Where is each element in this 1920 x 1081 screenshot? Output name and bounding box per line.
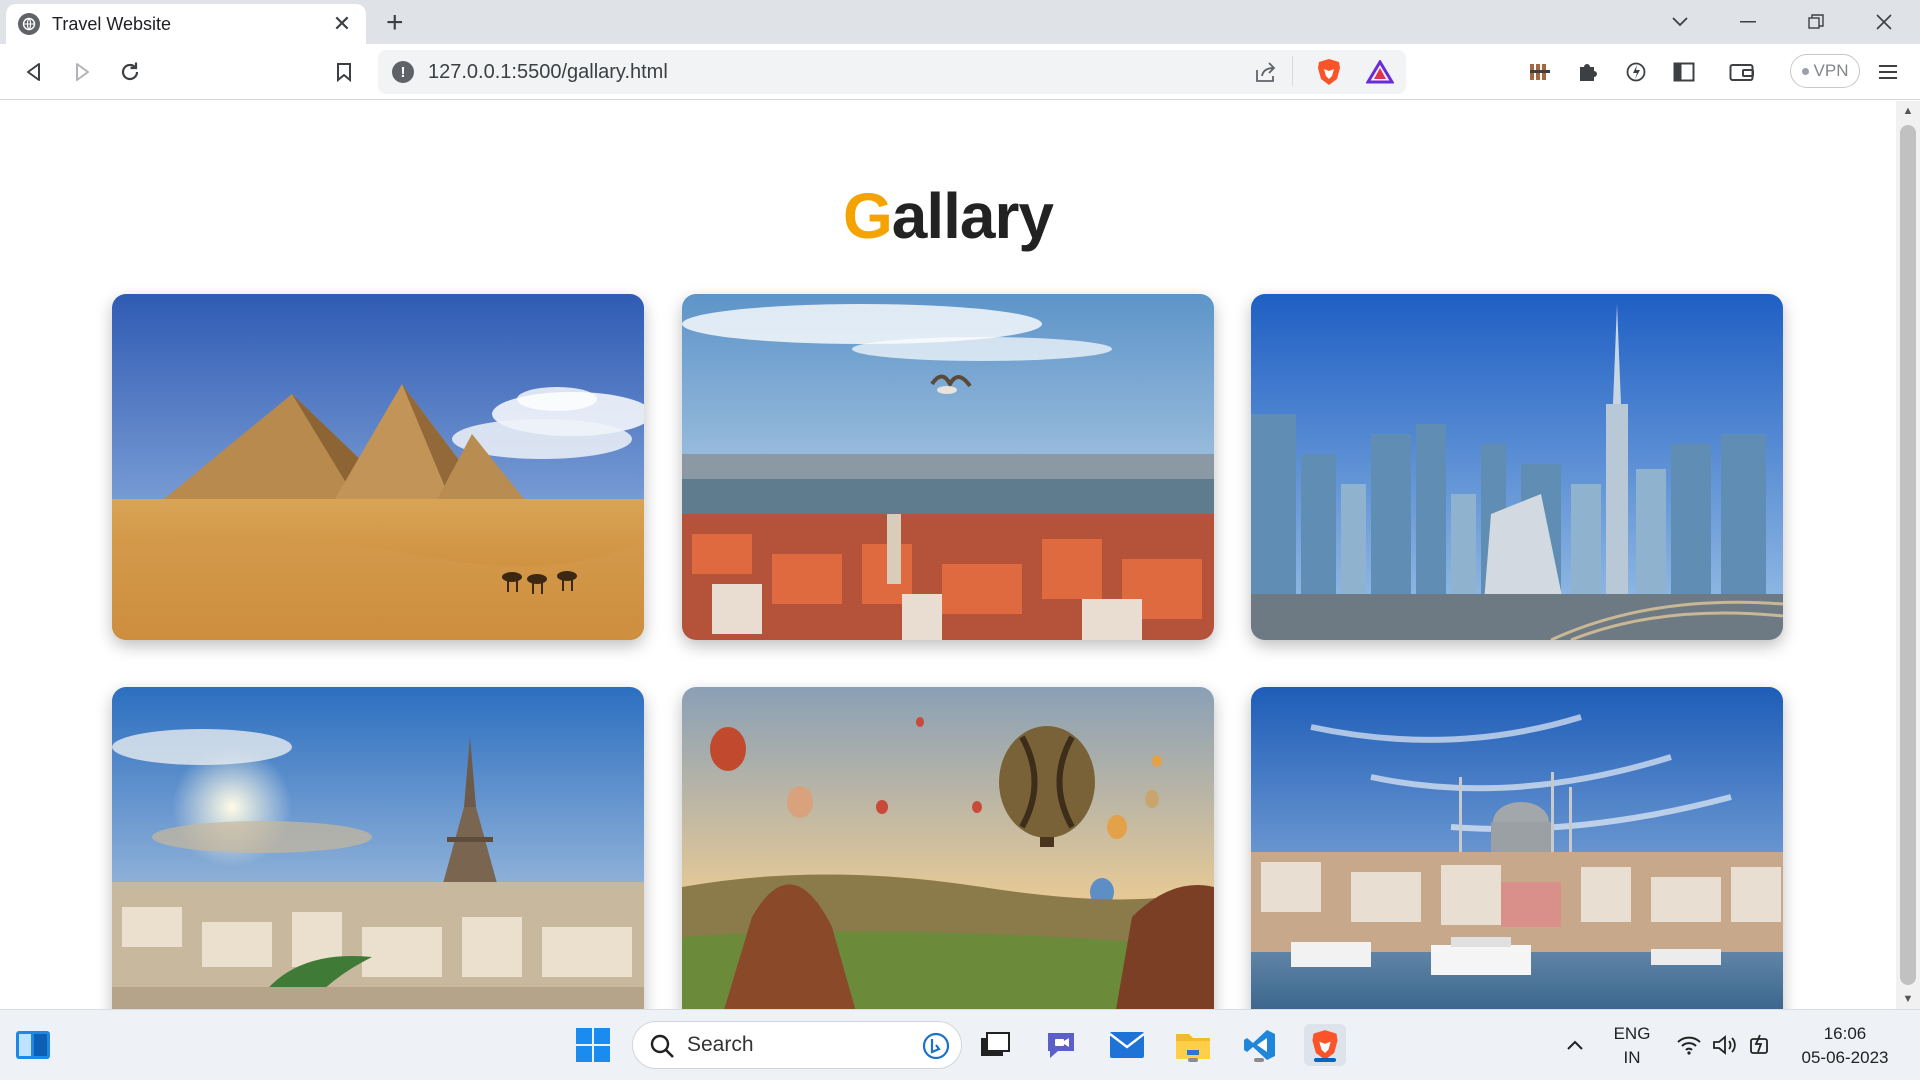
close-window-button[interactable] xyxy=(1856,0,1912,44)
scroll-up-arrow-icon[interactable]: ▲ xyxy=(1896,105,1920,117)
clock[interactable]: 16:06 05-06-2023 xyxy=(1786,1010,1904,1081)
vscode-icon[interactable] xyxy=(1238,1024,1280,1066)
taskbar-search-box[interactable]: Search xyxy=(632,1021,962,1069)
vpn-button[interactable]: VPN xyxy=(1790,54,1860,88)
clock-time: 16:06 xyxy=(1823,1023,1867,1043)
bookmark-icon[interactable] xyxy=(328,56,360,88)
gallery-image-skyline[interactable] xyxy=(1251,294,1783,640)
gallery-image-city-seagull[interactable] xyxy=(682,294,1214,640)
widgets-icon[interactable] xyxy=(12,1024,54,1066)
url-text[interactable]: 127.0.0.1:5500/gallary.html xyxy=(428,61,668,84)
windows-taskbar: Search ENG IN 16:06 05-06-2023 xyxy=(0,1009,1920,1080)
reload-button[interactable] xyxy=(114,56,146,88)
show-hidden-icons-chevron[interactable] xyxy=(1554,1024,1596,1066)
restore-button[interactable] xyxy=(1788,0,1844,44)
browser-toolbar: ! 127.0.0.1:5500/gallary.html VPN xyxy=(0,44,1920,100)
site-info-icon[interactable]: ! xyxy=(392,61,414,83)
scrollbar-thumb[interactable] xyxy=(1900,125,1916,985)
sidebar-toggle-icon[interactable] xyxy=(1668,56,1700,88)
wallet-icon[interactable] xyxy=(1726,56,1758,88)
running-indicator xyxy=(1188,1058,1198,1062)
page-title: Gallary xyxy=(0,179,1896,253)
search-icon xyxy=(649,1033,675,1064)
new-tab-button[interactable]: + xyxy=(386,8,404,38)
minimize-button[interactable] xyxy=(1720,0,1776,44)
gallery-image-balloons[interactable] xyxy=(682,687,1214,1009)
menu-icon[interactable] xyxy=(1872,56,1904,88)
file-explorer-icon[interactable] xyxy=(1172,1024,1214,1066)
task-view-icon[interactable] xyxy=(974,1024,1016,1066)
clock-date: 05-06-2023 xyxy=(1801,1047,1889,1067)
teams-chat-icon[interactable] xyxy=(1040,1024,1082,1066)
start-windows-icon[interactable] xyxy=(572,1024,614,1066)
speedreader-icon[interactable] xyxy=(1620,56,1652,88)
extension-wallet-icon[interactable] xyxy=(1524,56,1556,88)
tab-search-chevron-icon[interactable] xyxy=(1652,0,1708,44)
extensions-puzzle-icon[interactable] xyxy=(1572,56,1604,88)
search-label: Search xyxy=(687,1033,754,1056)
brave-browser-icon[interactable] xyxy=(1304,1024,1346,1066)
omnibox-divider xyxy=(1292,56,1293,86)
language-region: IN xyxy=(1623,1047,1641,1067)
bing-chat-icon[interactable] xyxy=(921,1031,951,1066)
page-viewport: Gallary xyxy=(0,101,1896,1009)
vpn-label: VPN xyxy=(1813,61,1849,80)
tab-close-icon[interactable]: ✕ xyxy=(330,11,354,37)
scroll-down-arrow-icon[interactable]: ▼ xyxy=(1896,993,1920,1005)
gallery-image-mosque[interactable] xyxy=(1251,687,1783,1009)
brave-rewards-icon[interactable] xyxy=(1365,59,1395,89)
tab-title: Travel Website xyxy=(52,13,172,34)
vpn-status-dot xyxy=(1801,67,1809,75)
page-title-rest: allary xyxy=(891,180,1054,252)
browser-tab-active[interactable]: Travel Website ✕ xyxy=(6,4,366,44)
language-indicator[interactable]: ENG IN xyxy=(1602,1010,1662,1081)
brave-shields-icon[interactable] xyxy=(1316,58,1342,91)
language-code: ENG xyxy=(1613,1023,1651,1043)
share-icon[interactable] xyxy=(1254,61,1278,88)
page-title-accent-letter: G xyxy=(842,180,893,252)
page-scrollbar[interactable]: ▲ ▼ xyxy=(1896,101,1920,1009)
battery-charging-icon[interactable] xyxy=(1740,1024,1782,1066)
gallery-image-eiffel[interactable] xyxy=(112,687,644,1009)
mail-icon[interactable] xyxy=(1106,1024,1148,1066)
back-button[interactable] xyxy=(18,56,50,88)
gallery-image-pyramids[interactable] xyxy=(112,294,644,640)
globe-icon xyxy=(18,13,40,35)
forward-button[interactable] xyxy=(66,56,98,88)
browser-tab-strip: Travel Website ✕ + xyxy=(0,0,1920,44)
active-app-indicator xyxy=(1314,1058,1336,1062)
running-indicator xyxy=(1254,1058,1264,1062)
address-bar[interactable]: ! 127.0.0.1:5500/gallary.html xyxy=(378,50,1406,94)
